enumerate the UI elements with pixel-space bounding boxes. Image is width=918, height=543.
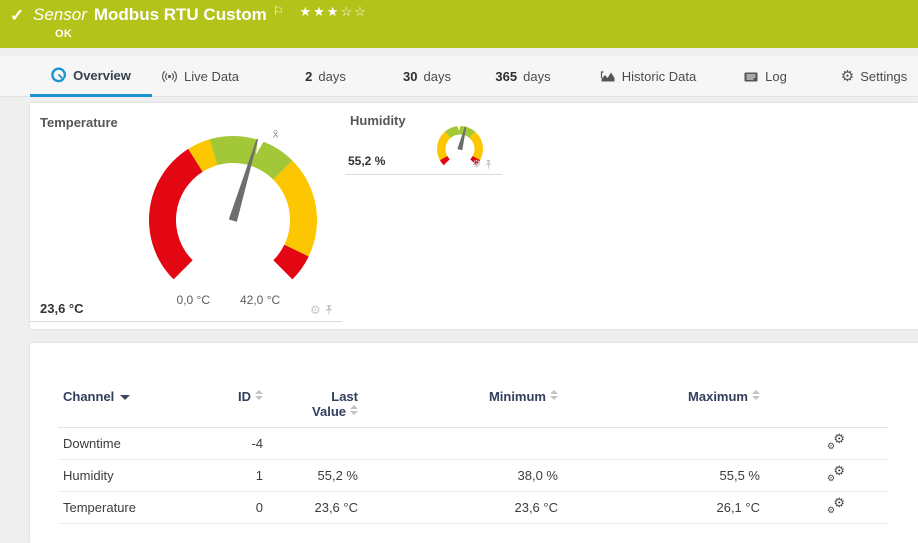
tab-settings-label: Settings [860,69,908,84]
status-ok-check-icon: ✓ [10,6,25,25]
channel-maximum-cell: 26,1 °C [558,491,760,524]
id-header-label: ID [238,389,251,404]
svg-text:x̄: x̄ [273,128,279,140]
table-row-downtime: Downtime -4 ⚙ ⚙ [58,427,888,460]
column-header-id[interactable]: ID [208,343,263,427]
channel-id-cell: -4 [208,427,263,460]
temperature-current-value: 23,6 °C [40,301,84,316]
sensor-title: Modbus RTU Custom [93,5,267,24]
prtg-sensor-page: { "colors": { "header_bg": "#b3c31a", "a… [0,0,918,543]
status-badge: OK [55,28,73,40]
temperature-gauge: x̄ [138,128,328,285]
tab-365-days[interactable]: 365 days [488,56,558,97]
tab-30-days-label: days [423,69,451,84]
table-row-humidity: Humidity 1 55,2 % 38,0 % 55,5 % ⚙ ⚙ [58,459,888,492]
temperature-gauge-tile: Temperature x̄ 0,0 °C 42,0 °C 23,6 °C ⚙ [30,103,342,322]
table-header-row: Channel ID Last Value Minimum Maximum [58,343,888,427]
sort-arrows-icon [350,405,358,415]
column-header-minimum[interactable]: Minimum [358,343,558,427]
channel-id-cell: 1 [208,459,263,492]
sort-arrows-icon [550,390,558,400]
temperature-gauge-max-label: 42,0 °C [240,293,281,307]
tab-log-label: Log [765,69,787,84]
channel-id-cell: 0 [208,491,263,524]
tab-overview[interactable]: Overview [30,56,152,97]
column-header-maximum[interactable]: Maximum [558,343,760,427]
channel-settings-gears-icon[interactable]: ⚙ ⚙ [827,496,845,515]
channel-last-value-cell [263,427,358,460]
table-row-temperature: Temperature 0 23,6 °C 23,6 °C 26,1 °C ⚙ ⚙ [58,491,888,524]
tab-live-data[interactable]: Live Data [146,56,254,97]
channel-settings-gears-icon[interactable]: ⚙ ⚙ [827,432,845,451]
object-kind-label: Sensor [33,5,87,24]
sort-caret-down-icon [120,395,131,400]
channel-settings-gears-icon[interactable]: ⚙ ⚙ [827,464,845,483]
channel-last-value-cell: 55,2 % [263,459,358,492]
tab-2-days-label: days [318,69,346,84]
tab-2-days[interactable]: 2 days [298,56,353,97]
maximum-header-label: Maximum [688,389,748,404]
tab-historic-data[interactable]: Historic Data [592,56,704,97]
tab-2-days-count: 2 [305,69,313,84]
last-value-header-line1: Last [331,389,358,404]
minimum-header-label: Minimum [488,389,546,404]
channel-last-value-cell: 23,6 °C [263,491,358,524]
channel-minimum-cell: 23,6 °C [358,491,558,524]
tab-historic-data-label: Historic Data [621,69,697,84]
tab-365-days-count: 365 [495,69,518,84]
overview-gauges-panel: Temperature x̄ 0,0 °C 42,0 °C 23,6 °C ⚙ … [30,103,918,329]
channels-table-panel: Channel ID Last Value Minimum Maximum Dow… [30,343,918,543]
channel-name-cell: Downtime [58,427,208,460]
gauge-icon [51,67,67,83]
tab-365-days-label: days [523,69,551,84]
channel-name-cell: Temperature [58,491,208,524]
humidity-tile-pin-icon[interactable] [484,160,493,170]
flag-icon[interactable]: ⚐ [273,4,284,18]
sensor-header: ✓ Sensor Modbus RTU Custom ⚐ ★★★☆☆ OK [0,0,918,48]
tab-live-data-label: Live Data [184,69,239,84]
humidity-current-value: 55,2 % [348,154,386,168]
channel-header-label: Channel [63,389,115,404]
temperature-gauge-min-label: 0,0 °C [176,293,210,307]
humidity-tile-gear-icon[interactable]: ⚙ [472,160,481,170]
column-header-channel[interactable]: Channel [58,343,208,427]
column-header-actions [760,343,888,427]
tab-log[interactable]: Log [736,56,794,97]
tab-30-days-count: 30 [403,69,418,84]
historic-data-icon [600,69,616,84]
channel-minimum-cell: 38,0 % [358,459,558,492]
sort-arrows-icon [752,390,760,400]
log-icon [743,70,759,84]
tab-settings[interactable]: ⚙ Settings [834,56,914,97]
stars-empty[interactable]: ☆☆ [340,4,367,19]
tab-30-days[interactable]: 30 days [398,56,456,97]
priority-stars[interactable]: ★★★☆☆ [299,4,367,19]
humidity-gauge-title: Humidity [350,113,406,128]
tab-bar: Overview Live Data 2 days 30 days 365 da… [0,56,918,97]
last-value-header-line2: Value [312,404,346,419]
column-header-last-value[interactable]: Last Value [263,343,358,427]
temperature-gauge-title: Temperature [40,115,118,130]
temperature-tile-pin-icon[interactable] [324,304,334,316]
stars-filled[interactable]: ★★★ [299,4,340,19]
channel-maximum-cell [558,427,760,460]
settings-gear-icon: ⚙ [840,68,855,85]
channel-minimum-cell [358,427,558,460]
channel-name-cell: Humidity [58,459,208,492]
channels-table: Channel ID Last Value Minimum Maximum Dow… [58,343,888,524]
channel-maximum-cell: 55,5 % [558,459,760,492]
humidity-gauge-tile: Humidity 55,2 % ⚙ [345,103,502,175]
live-data-icon [161,69,178,84]
tab-overview-label: Overview [73,67,131,83]
temperature-tile-gear-icon[interactable]: ⚙ [310,304,321,316]
sort-arrows-icon [255,390,263,400]
